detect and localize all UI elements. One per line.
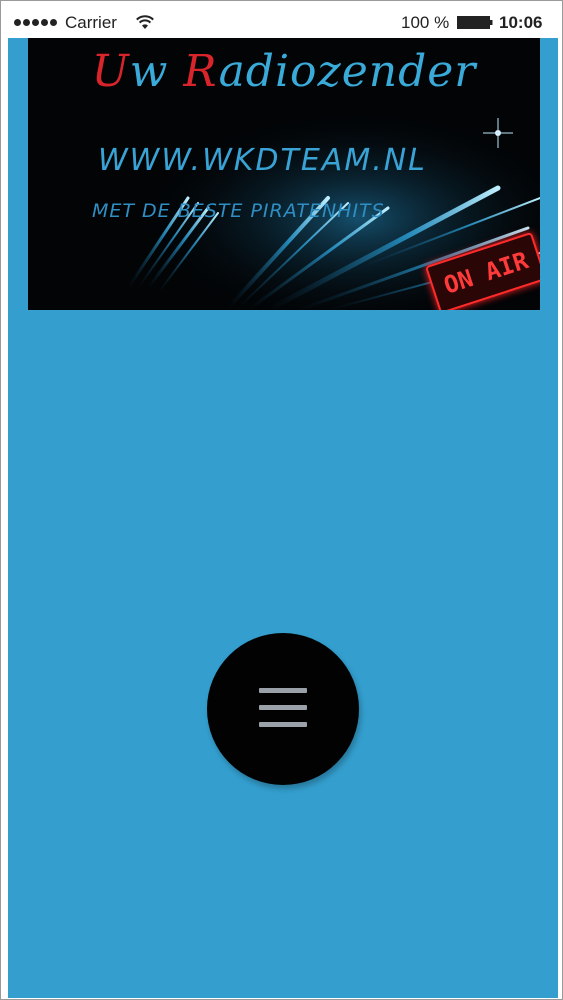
carrier-label: Carrier [65, 13, 117, 32]
battery-icon [457, 16, 493, 29]
station-url: WWW.WKDTEAM.NL [98, 143, 427, 178]
device-frame: Carrier 100 % 10:06 Uw Radiozender WWW.W… [0, 0, 563, 1000]
status-bar: Carrier 100 % 10:06 [8, 8, 558, 38]
app-screen: Carrier 100 % 10:06 Uw Radiozender WWW.W… [8, 8, 558, 998]
station-tagline: MET DE BESTE PIRATENHITS [92, 200, 385, 222]
station-title: Uw Radiozender [91, 46, 477, 97]
hamburger-menu-icon [259, 688, 307, 728]
radio-banner: Uw Radiozender WWW.WKDTEAM.NL MET DE BES… [28, 38, 540, 310]
clock: 10:06 [499, 13, 543, 32]
battery-percent: 100 % [401, 13, 450, 32]
wifi-icon [136, 15, 154, 29]
menu-button[interactable] [207, 633, 359, 785]
signal-dots-icon [14, 19, 57, 26]
